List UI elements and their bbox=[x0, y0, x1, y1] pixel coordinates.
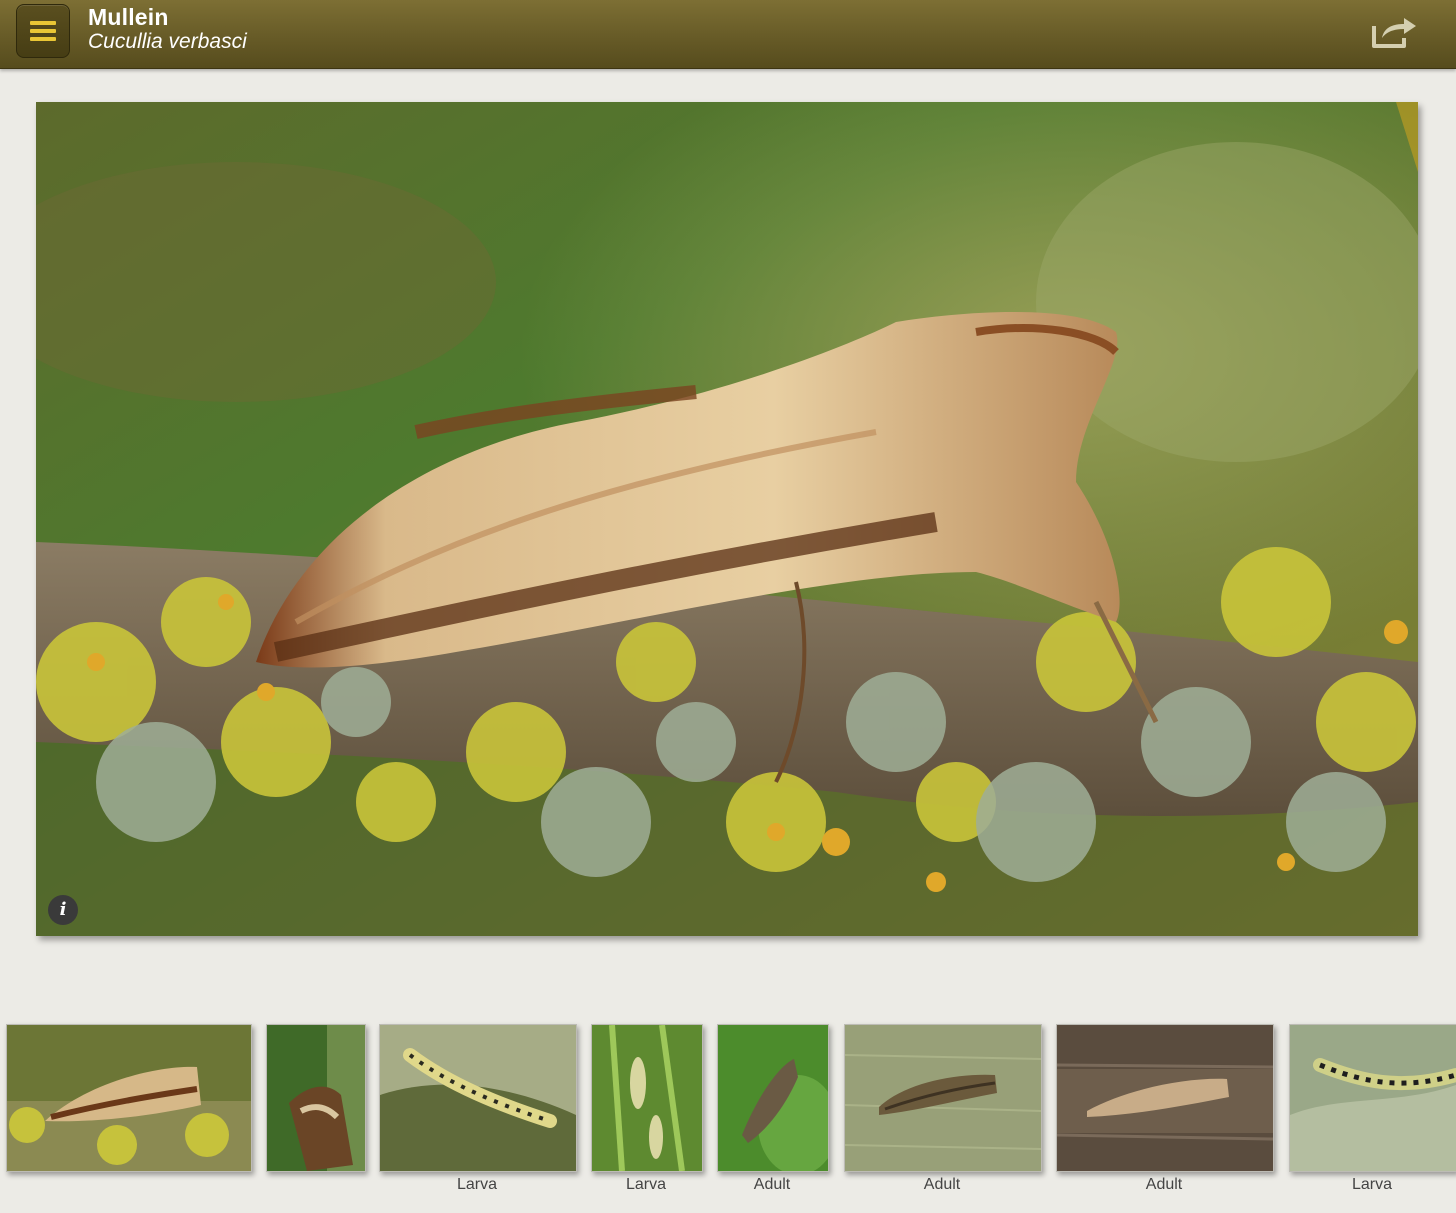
gallery-thumbnail-5[interactable] bbox=[717, 1024, 829, 1172]
gallery-thumbnail-3[interactable] bbox=[379, 1024, 577, 1172]
gallery-thumbnail-4[interactable] bbox=[591, 1024, 703, 1172]
menu-button[interactable] bbox=[16, 4, 70, 58]
hamburger-menu-icon bbox=[30, 17, 56, 45]
gallery-thumbnail-6[interactable] bbox=[844, 1024, 1042, 1172]
photo-info-icon[interactable]: i bbox=[48, 895, 78, 925]
gallery-thumbnail-2[interactable] bbox=[266, 1024, 366, 1172]
gallery-thumbnail-7[interactable] bbox=[1056, 1024, 1274, 1172]
main-species-photo[interactable] bbox=[36, 102, 1418, 936]
share-icon[interactable] bbox=[1370, 12, 1420, 52]
gallery-thumbnail-1[interactable] bbox=[6, 1024, 252, 1172]
top-bar: Mullein Cucullia verbasci bbox=[0, 0, 1456, 69]
gallery-caption-4: Larva bbox=[625, 1176, 667, 1193]
gallery-caption-5: Adult bbox=[753, 1176, 791, 1193]
gallery-caption-7: Adult bbox=[1145, 1176, 1183, 1193]
species-common-name: Mullein bbox=[88, 4, 169, 30]
gallery-caption-6: Adult bbox=[923, 1176, 961, 1193]
gallery-caption-3: Larva bbox=[456, 1176, 498, 1193]
gallery-thumbnail-8[interactable] bbox=[1289, 1024, 1456, 1172]
species-scientific-name: Cucullia verbasci bbox=[88, 30, 247, 53]
gallery-caption-8: Larva bbox=[1351, 1176, 1393, 1193]
